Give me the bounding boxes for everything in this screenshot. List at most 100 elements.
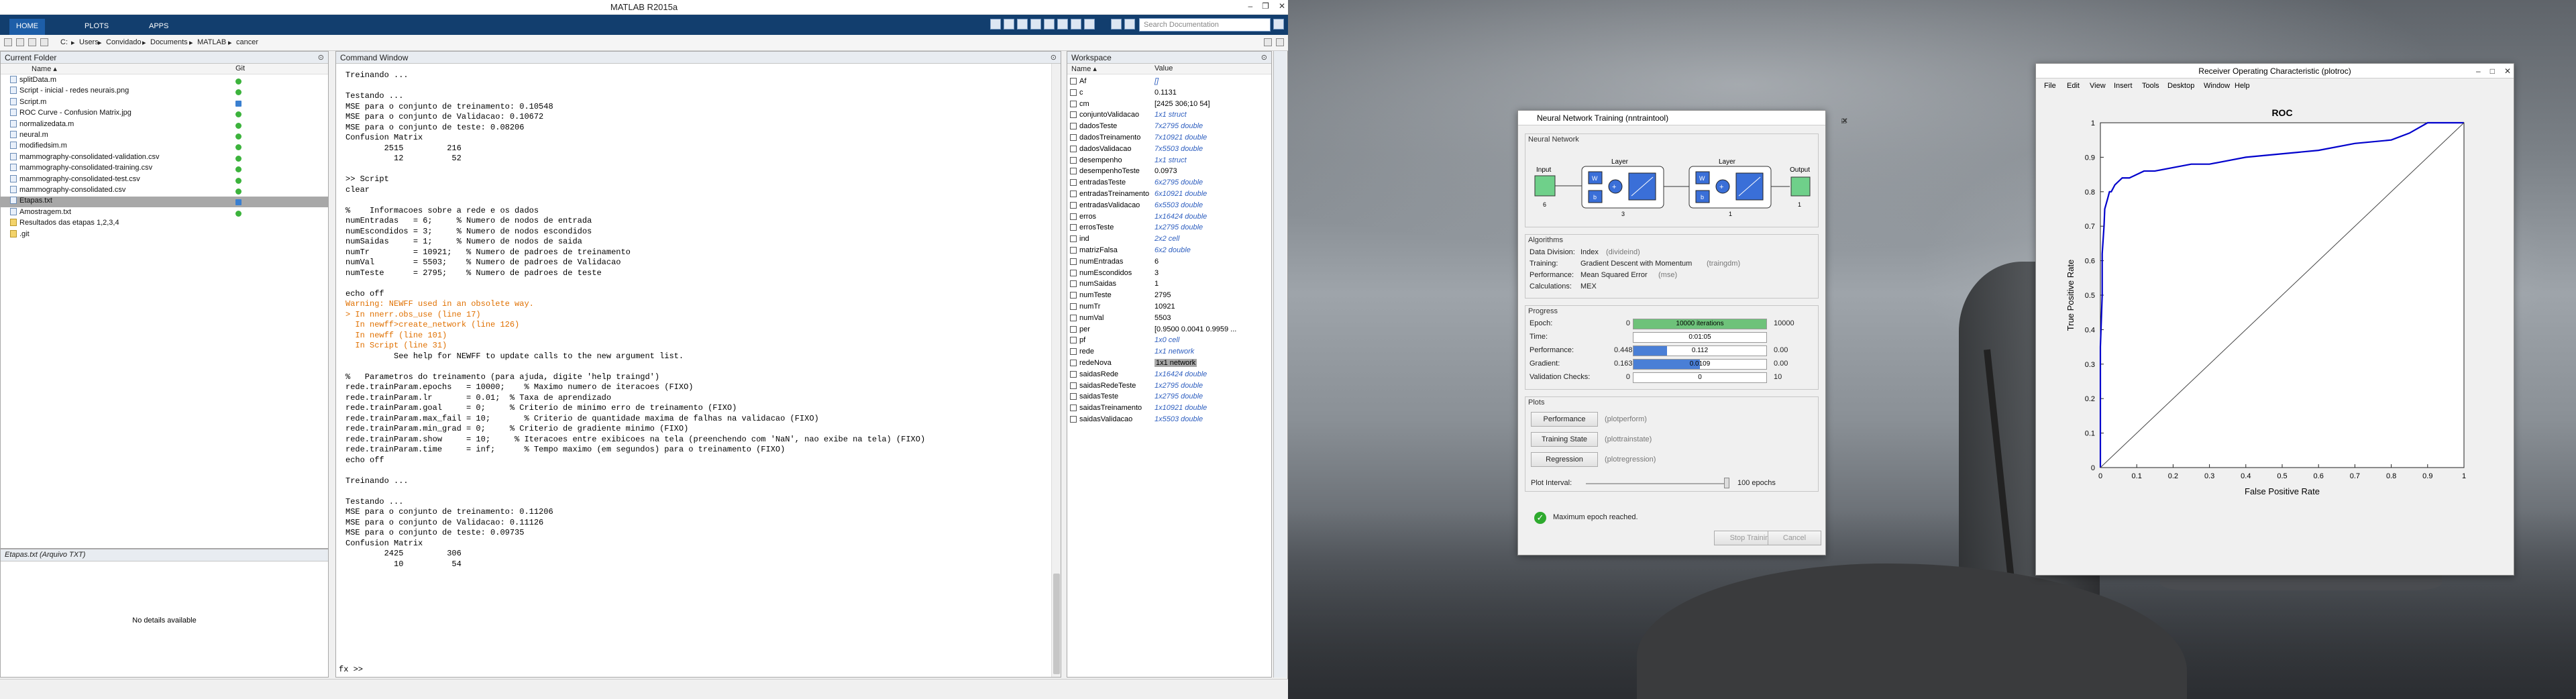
minimize-icon[interactable]: – [2476,66,2481,76]
up-folder-icon[interactable] [28,38,36,46]
undo-icon[interactable] [1044,19,1055,30]
workspace-variable[interactable]: numTr 10921 [1067,301,1271,313]
tab-plots[interactable]: PLOTS [78,19,115,35]
tab-home[interactable]: HOME [9,19,45,35]
breadcrumb-cancer[interactable]: cancer [236,38,258,46]
workspace-variable[interactable]: erros 1x16424 double [1067,211,1271,223]
help-icon[interactable] [1111,19,1122,30]
close-icon[interactable]: ✕ [2504,66,2511,76]
search-documentation-input[interactable]: Search Documentation [1139,18,1271,32]
panel-close-icon[interactable]: ⊙ [318,53,324,62]
cancel-button[interactable]: Cancel [1768,531,1821,545]
workspace-variable[interactable]: per [0.9500 0.0041 0.9959 ... [1067,324,1271,335]
menu-help[interactable]: Help [2235,82,2250,90]
slider-thumb[interactable] [1724,478,1729,488]
workspace-variable[interactable]: matrizFalsa 6x2 double [1067,245,1271,256]
file-row[interactable]: Etapas.txt [1,197,328,208]
workspace-variable[interactable]: saidasTreinamento 1x10921 double [1067,402,1271,414]
ws-name-header[interactable]: Name ▴ [1071,64,1097,73]
plot-button[interactable]: Training State [1531,432,1598,447]
file-row[interactable]: mammography-consolidated-validation.csv [1,152,328,164]
workspace-variable[interactable]: c 0.1131 [1067,87,1271,99]
workspace-variable[interactable]: numEscondidos 3 [1067,268,1271,279]
workspace-variable[interactable]: entradasValidacao 6x5503 double [1067,200,1271,211]
minimize-icon[interactable]: – [1248,1,1252,11]
copy-icon[interactable] [1017,19,1028,30]
workspace-variable[interactable]: numEntradas 6 [1067,256,1271,268]
menu-insert[interactable]: Insert [2114,82,2133,90]
workspace-variable[interactable]: cm [2425 306;10 54] [1067,99,1271,110]
command-window[interactable]: Command Window ⊙ Treinando ... Testando ..… [335,51,1061,678]
browse-folder-icon[interactable] [40,38,48,46]
panel-close-icon[interactable]: ⊙ [1051,53,1057,62]
workspace-variable[interactable]: numTeste 2795 [1067,290,1271,301]
forward-icon[interactable] [16,38,24,46]
workspace-variable[interactable]: Af [] [1067,76,1271,87]
file-row[interactable]: neural.m [1,131,328,142]
workspace-variable[interactable]: saidasTeste 1x2795 double [1067,391,1271,402]
panel-close-icon[interactable]: ⊙ [1261,53,1267,62]
workspace-variable[interactable]: saidasRede 1x16424 double [1067,369,1271,380]
workspace-variable[interactable]: ind 2x2 cell [1067,233,1271,245]
help-browser-icon[interactable] [1124,19,1135,30]
refresh-icon[interactable] [1084,19,1095,30]
file-row[interactable]: mammography-consolidated.csv [1,186,328,197]
file-row[interactable]: normalizedata.m [1,119,328,131]
paste-icon[interactable] [1030,19,1041,30]
workspace-variable[interactable]: redeNova 1x1 network [1067,358,1271,369]
name-column-header[interactable]: Name ▴ [32,64,57,73]
menu-edit[interactable]: Edit [2067,82,2080,90]
workspace-variable[interactable]: pf 1x0 cell [1067,335,1271,346]
menu-file[interactable]: File [2044,82,2056,90]
workspace-variable[interactable]: numSaidas 1 [1067,278,1271,290]
breadcrumb-drive[interactable]: C: [60,38,68,46]
workspace-variable[interactable]: dadosValidacao 7x5503 double [1067,144,1271,155]
switch-windows-icon[interactable] [1071,19,1081,30]
save-icon[interactable] [990,19,1001,30]
workspace-variable[interactable]: entradasTeste 6x2795 double [1067,177,1271,189]
file-row[interactable]: Script.m [1,97,328,109]
breadcrumb-users[interactable]: Users [79,38,99,46]
path-dropdown-icon[interactable] [1264,38,1272,46]
file-row[interactable]: mammography-consolidated-training.csv [1,164,328,174]
tab-apps[interactable]: APPS [142,19,175,35]
file-row[interactable]: ROC Curve - Confusion Matrix.jpg [1,109,328,119]
workspace-variable[interactable]: saidasRedeTeste 1x2795 double [1067,380,1271,392]
menu-window[interactable]: Window [2204,82,2230,90]
redo-icon[interactable] [1057,19,1068,30]
cut-icon[interactable] [1004,19,1014,30]
plot-button[interactable]: Regression [1531,452,1598,467]
workspace-variable[interactable]: dadosTeste 7x2795 double [1067,121,1271,132]
editor-side-tab[interactable] [1273,51,1287,678]
filter-icon[interactable] [1273,19,1284,30]
file-row[interactable]: modifiedsim.m [1,142,328,152]
file-row[interactable]: .git [1,229,328,241]
menu-desktop[interactable]: Desktop [2167,82,2194,90]
workspace-variable[interactable]: desempenho 1x1 struct [1067,155,1271,166]
workspace-variable[interactable]: desempenhoTeste 0.0973 [1067,166,1271,177]
git-column-header[interactable]: Git [235,64,245,72]
close-icon[interactable]: ✕ [1841,116,1848,125]
file-row[interactable]: mammography-consolidated-test.csv [1,174,328,186]
maximize-icon[interactable]: ❐ [1262,1,1269,11]
plot-button[interactable]: Performance [1531,412,1598,427]
ws-value-header[interactable]: Value [1155,64,1173,72]
workspace-variable[interactable]: saidasValidacao 1x5503 double [1067,414,1271,425]
search-folder-icon[interactable] [1276,38,1284,46]
workspace-variable[interactable]: rede 1x1 network [1067,346,1271,358]
file-row[interactable]: Resultados das etapas 1,2,3,4 [1,219,328,229]
command-scrollbar[interactable] [1051,64,1061,677]
breadcrumb-matlab[interactable]: MATLAB [197,38,226,46]
workspace-variable[interactable]: numVal 5503 [1067,313,1271,324]
workspace-variable[interactable]: entradasTreinamento 6x10921 double [1067,189,1271,200]
menu-view[interactable]: View [2090,82,2106,90]
file-row[interactable]: Amostragem.txt [1,207,328,219]
menu-tools[interactable]: Tools [2142,82,2159,90]
file-row[interactable]: splitData.m [1,76,328,87]
back-icon[interactable] [4,38,12,46]
breadcrumb-convidado[interactable]: Convidado [106,38,142,46]
command-prompt[interactable]: fx >> [339,665,363,674]
workspace-variable[interactable]: conjuntoValidacao 1x1 struct [1067,109,1271,121]
workspace-variable[interactable]: errosTeste 1x2795 double [1067,222,1271,233]
workspace-variable[interactable]: dadosTreinamento 7x10921 double [1067,132,1271,144]
